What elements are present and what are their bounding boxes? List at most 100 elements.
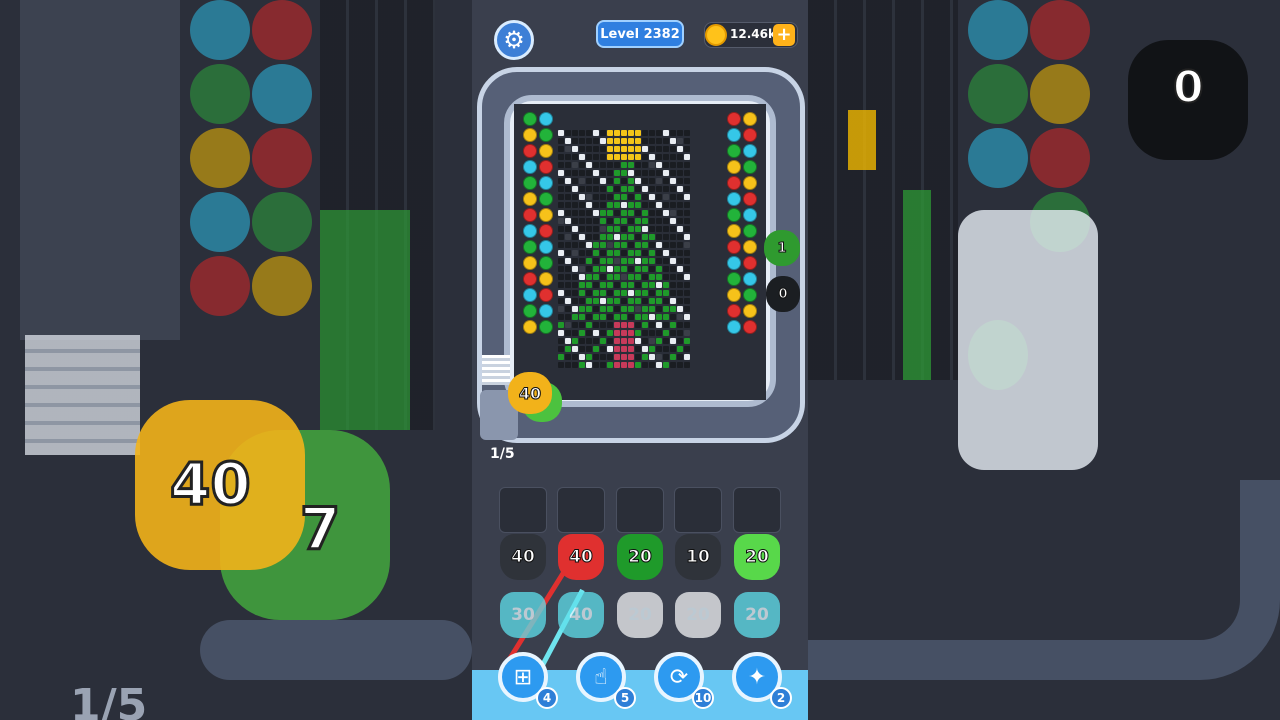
pixel-cell: [677, 202, 683, 208]
shuffle-icon: ⟳: [669, 664, 689, 690]
pixel-cell: [635, 242, 641, 248]
pixel-cell: [663, 138, 669, 144]
pixel-cell: [607, 162, 613, 168]
egg-column-right-2: [742, 110, 759, 336]
pixel-cell: [593, 146, 599, 152]
shooter-ready[interactable]: 20: [617, 534, 663, 580]
pixel-cell: [558, 146, 564, 152]
pixel-cell: [586, 130, 592, 136]
pixel-cell: [663, 250, 669, 256]
pixel-cell: [600, 338, 606, 344]
pixel-cell: [558, 282, 564, 288]
add-coins-button[interactable]: +: [773, 24, 795, 46]
pixel-cell: [677, 242, 683, 248]
pixel-cell: [621, 250, 627, 256]
pixel-cell: [586, 146, 592, 152]
pixel-cell: [607, 314, 613, 320]
pixel-cell: [586, 282, 592, 288]
empty-slot[interactable]: [674, 487, 722, 533]
pixel-cell: [558, 154, 564, 160]
pixel-cell: [614, 226, 620, 232]
backdrop-grid-green: [320, 210, 410, 430]
pixel-cell: [628, 146, 634, 152]
pixel-cell: [593, 170, 599, 176]
queue-shooter-active: 40: [508, 372, 552, 414]
pixel-cell: [670, 330, 676, 336]
pixel-cell: [572, 162, 578, 168]
pixel-cell: [572, 226, 578, 232]
empty-slot[interactable]: [616, 487, 664, 533]
pixel-cell: [656, 138, 662, 144]
pixel-cell: [579, 306, 585, 312]
pixel-cell: [586, 162, 592, 168]
pixel-cell: [684, 354, 690, 360]
egg: [743, 304, 757, 318]
pixel-cell: [579, 154, 585, 160]
egg: [523, 304, 537, 318]
pixel-cell: [642, 258, 648, 264]
settings-button[interactable]: ⚙: [494, 20, 534, 60]
pixel-cell: [670, 186, 676, 192]
pixel-cell: [593, 250, 599, 256]
egg: [727, 320, 741, 334]
pixel-cell: [586, 178, 592, 184]
pixel-cell: [593, 306, 599, 312]
pixel-cell: [607, 354, 613, 360]
pixel-cell: [614, 194, 620, 200]
pixel-cell: [670, 162, 676, 168]
egg: [539, 304, 553, 318]
pixel-cell: [621, 130, 627, 136]
pixel-cell: [607, 186, 613, 192]
pixel-cell: [572, 154, 578, 160]
pixel-cell: [628, 210, 634, 216]
pixel-cell: [621, 194, 627, 200]
egg: [523, 320, 537, 334]
egg: [727, 144, 741, 158]
pixel-cell: [649, 322, 655, 328]
pixel-cell: [593, 186, 599, 192]
pixel-cell: [642, 346, 648, 352]
empty-slot[interactable]: [499, 487, 547, 533]
pixel-cell: [558, 218, 564, 224]
pixel-cell: [635, 234, 641, 240]
pixel-cell: [663, 290, 669, 296]
pixel-cell: [684, 266, 690, 272]
pixel-cell: [600, 194, 606, 200]
pixel-cell: [656, 130, 662, 136]
pixel-cell: [663, 146, 669, 152]
pixel-cell: [586, 338, 592, 344]
shooter-ready[interactable]: 40: [558, 534, 604, 580]
pixel-cell: [593, 226, 599, 232]
pixel-cell: [579, 314, 585, 320]
pixel-cell: [565, 338, 571, 344]
pixel-cell: [621, 330, 627, 336]
empty-slot[interactable]: [733, 487, 781, 533]
pixel-cell: [635, 146, 641, 152]
shooter-ready[interactable]: 40: [500, 534, 546, 580]
pixel-cell: [607, 346, 613, 352]
shooter-ready[interactable]: 20: [734, 534, 780, 580]
shooter-ready[interactable]: 10: [675, 534, 721, 580]
egg: [539, 288, 553, 302]
backdrop-egg: [252, 192, 312, 252]
pixel-cell: [593, 362, 599, 368]
pixel-cell: [565, 146, 571, 152]
pixel-cell: [586, 258, 592, 264]
pixel-cell: [649, 298, 655, 304]
pixel-cell: [600, 282, 606, 288]
shooter-queued: 20: [617, 592, 663, 638]
pixel-cell: [586, 306, 592, 312]
pixel-cell: [663, 194, 669, 200]
pixel-cell: [677, 258, 683, 264]
pixel-cell: [642, 266, 648, 272]
backdrop-counter: 0: [1172, 61, 1205, 114]
empty-slot[interactable]: [557, 487, 605, 533]
pixel-cell: [607, 322, 613, 328]
pixel-cell: [558, 362, 564, 368]
pixel-cell: [593, 218, 599, 224]
pixel-cell: [600, 226, 606, 232]
pixel-cell: [586, 202, 592, 208]
egg: [727, 304, 741, 318]
pixel-cell: [642, 186, 648, 192]
pixel-cell: [593, 202, 599, 208]
